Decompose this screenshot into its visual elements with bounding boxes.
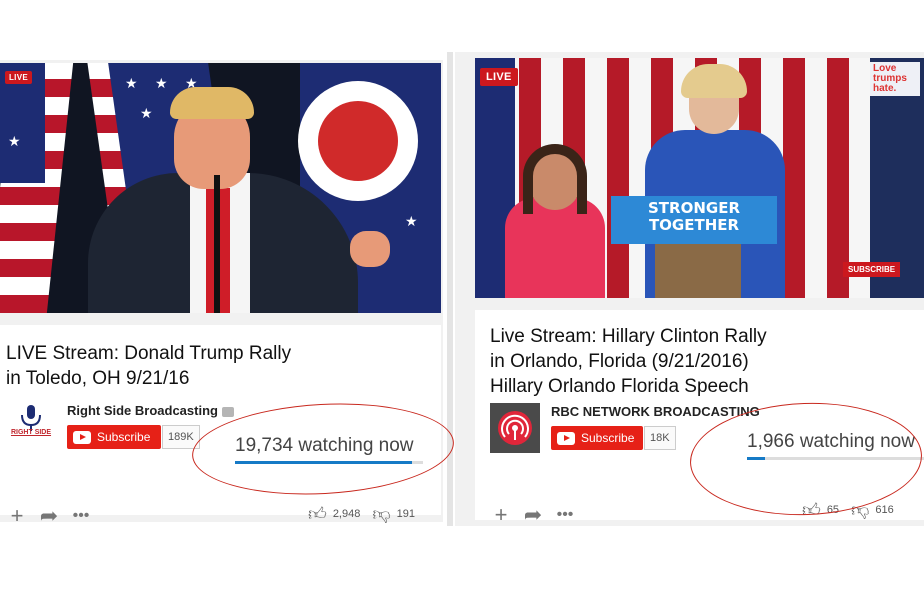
share-icon[interactable]: ➦ [522, 502, 544, 528]
video-title[interactable]: LIVE Stream: Donald Trump Rally in Toled… [6, 341, 426, 391]
subscribe-label: Subscribe [581, 431, 635, 445]
subscriber-count: 18K [644, 426, 676, 450]
more-icon[interactable]: ••• [70, 507, 92, 525]
add-icon[interactable]: + [6, 503, 28, 529]
video-title-line: in Toledo, OH 9/21/16 [6, 368, 190, 389]
video-title-line: LIVE Stream: Donald Trump Rally [6, 343, 292, 364]
speaker-hand [350, 231, 390, 267]
right-video-player[interactable]: STRONGER TOGETHER Love trumps hate. SUBS… [475, 58, 924, 298]
podium-sign-line: TOGETHER [648, 216, 740, 234]
add-icon[interactable]: + [490, 502, 512, 528]
action-bar: + ➦ ••• [490, 502, 576, 528]
microphone-stand [214, 175, 220, 313]
channel-avatar-text: RIGHT SIDE [10, 429, 52, 436]
ohio-flag-red-disc [318, 101, 398, 181]
channel-name-text: Right Side Broadcasting [67, 403, 218, 418]
video-title-line: Live Stream: Hillary Clinton Rally [490, 326, 767, 347]
star-icon: ★ [155, 75, 168, 91]
subscribe-button[interactable]: Subscribe [67, 425, 161, 449]
live-badge: LIVE [480, 68, 518, 86]
action-bar: + ➦ ••• [6, 503, 92, 529]
rating-bar: 👍︎ 2,948 👎︎ 191 [308, 503, 415, 525]
star-icon: ★ [140, 105, 153, 121]
like-count: 2,948 [332, 508, 361, 520]
dislike-count: 191 [396, 508, 415, 520]
video-title-line: in Orlando, Florida (9/21/2016) [490, 351, 749, 372]
subscribe-watermark[interactable]: SUBSCRIBE [843, 262, 901, 277]
subscribe-button[interactable]: Subscribe [551, 426, 643, 450]
dislike-count: 616 [875, 504, 894, 516]
video-title[interactable]: Live Stream: Hillary Clinton Rally in Or… [490, 324, 910, 399]
audience-sign: Love trumps hate. [870, 62, 920, 96]
star-icon: ★ [8, 133, 21, 149]
more-icon[interactable]: ••• [554, 506, 576, 524]
channel-avatar[interactable]: RIGHT SIDE [6, 401, 56, 451]
thumbs-up-icon[interactable]: 👍︎ [308, 503, 327, 525]
share-icon[interactable]: ➦ [38, 503, 60, 529]
star-icon: ★ [405, 213, 418, 229]
podium-sign-line: STRONGER [648, 199, 740, 217]
broadcast-icon [490, 403, 540, 453]
podium [655, 244, 741, 298]
youtube-play-icon [557, 431, 575, 445]
podium-sign: STRONGER TOGETHER [611, 196, 777, 244]
star-icon: ★ [125, 75, 138, 91]
channel-avatar[interactable] [490, 403, 540, 453]
speaker-hair [170, 87, 254, 119]
thumbs-down-icon[interactable]: 👎︎ [372, 503, 390, 525]
subscribe-label: Subscribe [97, 430, 151, 444]
youtube-play-icon [73, 430, 91, 444]
live-badge: LIVE [5, 71, 32, 84]
verified-icon [221, 406, 234, 417]
microphone-logo-icon [21, 405, 41, 431]
interpreter-hair [523, 144, 587, 214]
channel-name[interactable]: RBC NETWORK BROADCASTING [551, 404, 760, 419]
channel-name[interactable]: Right Side Broadcasting [67, 403, 234, 418]
video-title-line: Hillary Orlando Florida Speech [490, 376, 749, 397]
left-video-player[interactable]: ★ ★ ★ ★ ★ ★ ★ LIVE [0, 63, 441, 313]
